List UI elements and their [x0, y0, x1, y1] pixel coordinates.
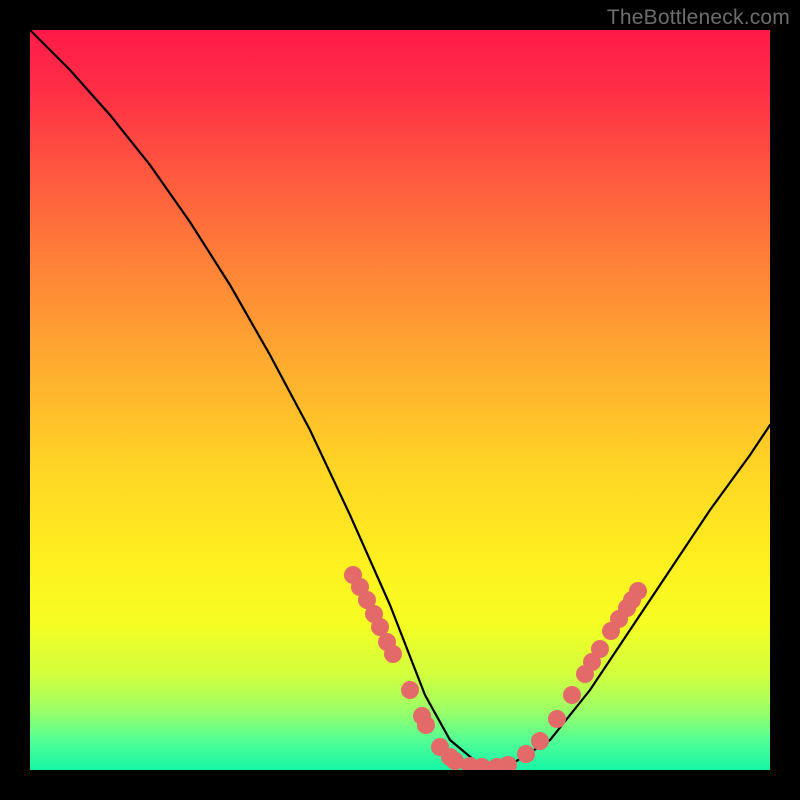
highlight-dot [499, 756, 517, 770]
highlight-dot [591, 640, 609, 658]
highlight-dot [563, 686, 581, 704]
highlight-dot [548, 710, 566, 728]
watermark-text: TheBottleneck.com [607, 6, 790, 30]
highlight-dot [531, 732, 549, 750]
highlight-dots [344, 566, 647, 770]
highlight-dot [417, 716, 435, 734]
plot-area [30, 30, 770, 770]
highlight-dot [401, 681, 419, 699]
highlight-dot [384, 645, 402, 663]
highlight-dot [629, 582, 647, 600]
chart-svg [30, 30, 770, 770]
highlight-dot [517, 745, 535, 763]
